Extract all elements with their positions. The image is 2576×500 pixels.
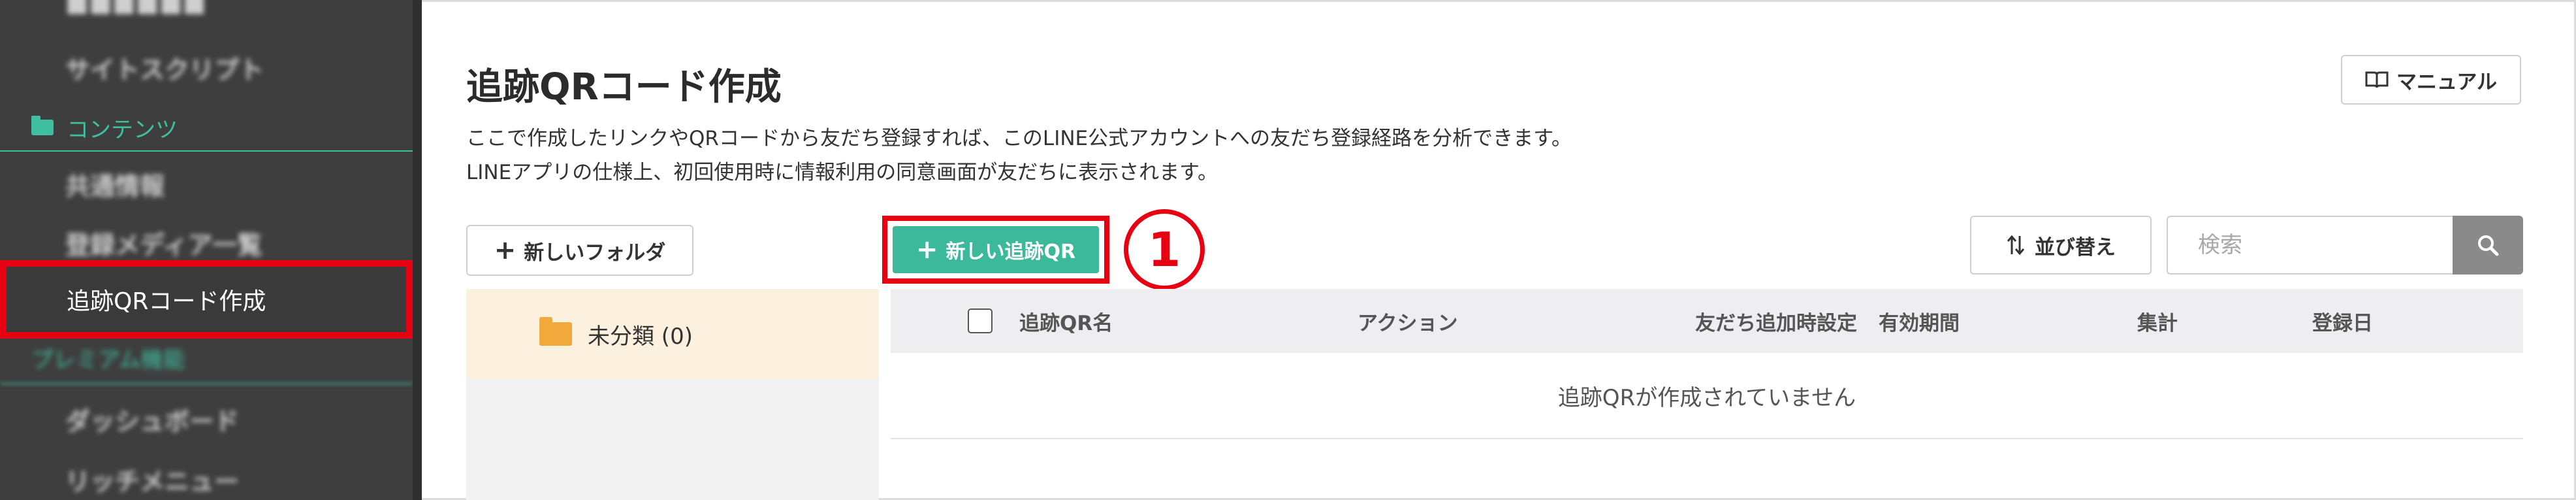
- manual-button-label: マニュアル: [2396, 70, 2498, 94]
- sidebar-item-tracking-qr[interactable]: 追跡QRコード作成: [0, 260, 413, 339]
- new-tracking-qr-label: 新しい追跡QR: [946, 241, 1076, 263]
- book-icon: [2365, 71, 2389, 88]
- plus-icon: +: [494, 235, 517, 265]
- page-description-line2: LINEアプリの仕様上、初回使用時に情報利用の同意画面が友だちに表示されます。: [466, 161, 1218, 184]
- folder-panel: 未分類 (0): [466, 289, 879, 500]
- sidebar-section-contents[interactable]: コンテンツ: [31, 105, 413, 150]
- manual-button[interactable]: マニュアル: [2341, 55, 2521, 105]
- search-input[interactable]: [2167, 216, 2454, 275]
- sort-label: 並び替え: [2035, 235, 2116, 259]
- sidebar-item-media-list[interactable]: 登録メディア一覧: [65, 225, 262, 261]
- new-folder-label: 新しいフォルダ: [524, 241, 666, 265]
- column-header-registered-date[interactable]: 登録日: [2312, 289, 2373, 353]
- page-title: 追跡QRコード作成: [466, 66, 782, 108]
- step-number-badge: ① 1: [1124, 209, 1205, 290]
- table-header: 追跡QR名 アクション 友だち追加時設定 有効期間 集計 登録日: [891, 289, 2523, 353]
- column-header-qr-name[interactable]: 追跡QR名: [1019, 289, 1113, 353]
- sidebar-item-common-info[interactable]: 共通情報: [65, 166, 165, 202]
- sidebar-section-label: コンテンツ: [67, 116, 178, 143]
- sidebar-section-premium[interactable]: プレミアム機能: [31, 341, 185, 374]
- folder-label: 未分類 (0): [588, 323, 693, 350]
- new-tracking-qr-button[interactable]: + 新しい追跡QR: [893, 226, 1099, 273]
- search-icon: [2478, 235, 2499, 256]
- new-folder-button[interactable]: + 新しいフォルダ: [466, 225, 693, 276]
- select-all-checkbox[interactable]: [968, 308, 993, 333]
- sidebar-item-label: 追跡QRコード作成: [67, 288, 266, 315]
- folder-open-icon: [31, 116, 54, 135]
- folder-item-uncategorized[interactable]: 未分類 (0): [466, 289, 879, 379]
- column-header-friend-add-settings[interactable]: 友だち追加時設定: [1695, 289, 1857, 353]
- sidebar-item-rich-menu[interactable]: リッチメニュー: [65, 461, 239, 497]
- sidebar: ■■■■■■ サイトスクリプト コンテンツ 共通情報 登録メディア一覧 追跡QR…: [0, 0, 413, 500]
- highlight-box: + 新しい追跡QR: [882, 216, 1109, 284]
- sort-arrows-icon: [2007, 235, 2025, 256]
- sidebar-item-site-script[interactable]: サイトスクリプト: [65, 50, 264, 86]
- sidebar-divider: [0, 383, 413, 384]
- column-header-stats[interactable]: 集計: [2137, 289, 2178, 353]
- table-empty-message: 追跡QRが作成されていません: [891, 353, 2523, 439]
- page-description-line1: ここで作成したリンクやQRコードから友だち登録すれば、このLINE公式アカウント…: [466, 127, 1572, 150]
- sidebar-scrollbar[interactable]: [413, 0, 422, 500]
- sidebar-divider: [0, 150, 413, 152]
- search-button[interactable]: [2453, 216, 2523, 275]
- folder-icon: [539, 317, 572, 346]
- step-number-digit: 1: [1147, 222, 1181, 277]
- column-header-validity-period[interactable]: 有効期間: [1879, 289, 1960, 353]
- sort-button[interactable]: 並び替え: [1970, 216, 2152, 275]
- plus-icon: +: [915, 235, 938, 265]
- column-header-action[interactable]: アクション: [1358, 289, 1457, 353]
- sidebar-item-blurred-top[interactable]: ■■■■■■: [65, 0, 206, 17]
- sidebar-item-dashboard[interactable]: ダッシュボード: [65, 401, 239, 437]
